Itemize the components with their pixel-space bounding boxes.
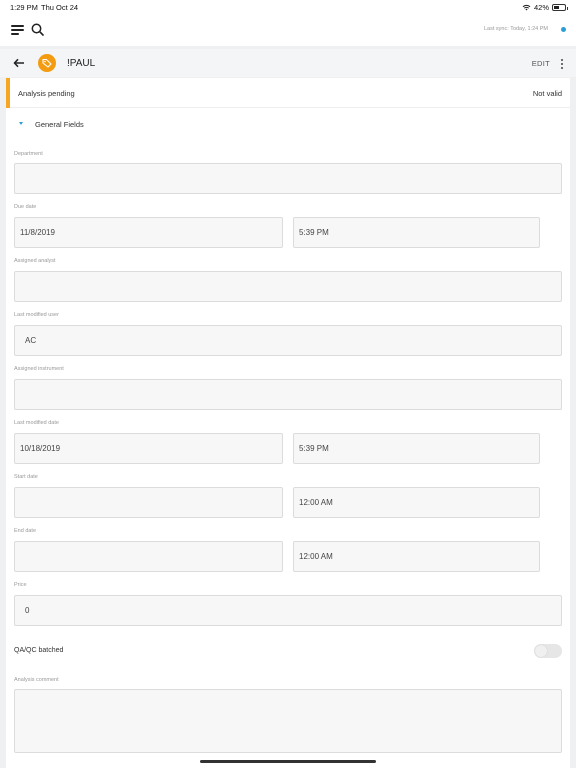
status-label: Analysis pending [18,89,75,98]
last-modified-date-label: Last modified date [14,420,59,426]
status-right: 42% [522,3,568,12]
qa-qc-batched-label: QA/QC batched [14,647,64,654]
sync-status-dot [561,27,566,32]
search-icon[interactable] [31,23,44,36]
analysis-comment-label: Analysis comment [14,677,59,683]
start-date-label: Start date [14,474,38,480]
back-arrow-icon[interactable] [13,57,25,69]
chevron-down-icon [19,122,23,125]
start-date-field[interactable] [14,487,283,518]
department-label: Department [14,151,43,157]
end-date-label: End date [14,528,37,534]
record-header: !PAUL EDIT [0,49,576,77]
record-title: !PAUL [67,58,96,69]
tag-icon [42,58,52,68]
battery-percent: 42% [533,3,549,12]
status-time: 1:29 PM [10,3,38,12]
menu-icon[interactable] [11,25,24,35]
record-card: Analysis pending Not valid General Field… [6,78,570,768]
general-fields-toggle[interactable]: General Fields [6,114,206,134]
last-modified-time-field[interactable]: 5:39 PM [293,433,540,464]
start-time-field[interactable]: 12:00 AM [293,487,540,518]
status-date: Thu Oct 24 [41,3,79,12]
top-bar: Last sync: Today, 1:24 PM [0,14,576,46]
assigned-instrument-field[interactable] [14,379,562,410]
last-modified-user-label: Last modified user [14,312,59,318]
last-modified-date-field[interactable]: 10/18/2019 [14,433,283,464]
due-date-label: Due date [14,204,37,210]
status-row: Analysis pending Not valid [6,78,570,108]
record-avatar [38,54,56,72]
status-bar: 1:29 PM Thu Oct 24 42% [0,0,576,14]
wifi-icon [522,4,531,11]
end-date-field[interactable] [14,541,283,572]
price-field[interactable]: 0 [14,595,562,626]
due-time-field[interactable]: 5:39 PM [293,217,540,248]
price-label: Price [14,582,27,588]
assigned-instrument-label: Assigned instrument [14,366,64,372]
home-indicator [200,760,376,763]
more-vertical-icon[interactable] [560,58,564,70]
toggle-knob [535,645,547,657]
battery-icon [552,4,568,11]
analysis-comment-field[interactable] [14,689,562,753]
last-modified-user-field[interactable]: AC [14,325,562,356]
assigned-analyst-field[interactable] [14,271,562,302]
section-label: General Fields [35,120,84,129]
status-value: Not valid [532,89,562,98]
last-sync-text: Last sync: Today, 1:24 PM [484,26,548,32]
assigned-analyst-label: Assigned analyst [14,258,56,264]
edit-button[interactable]: EDIT [532,59,550,68]
qa-qc-batched-toggle[interactable] [534,644,562,658]
department-field[interactable] [14,163,562,194]
status-accent [6,78,10,108]
end-time-field[interactable]: 12:00 AM [293,541,540,572]
due-date-field[interactable]: 11/8/2019 [14,217,283,248]
